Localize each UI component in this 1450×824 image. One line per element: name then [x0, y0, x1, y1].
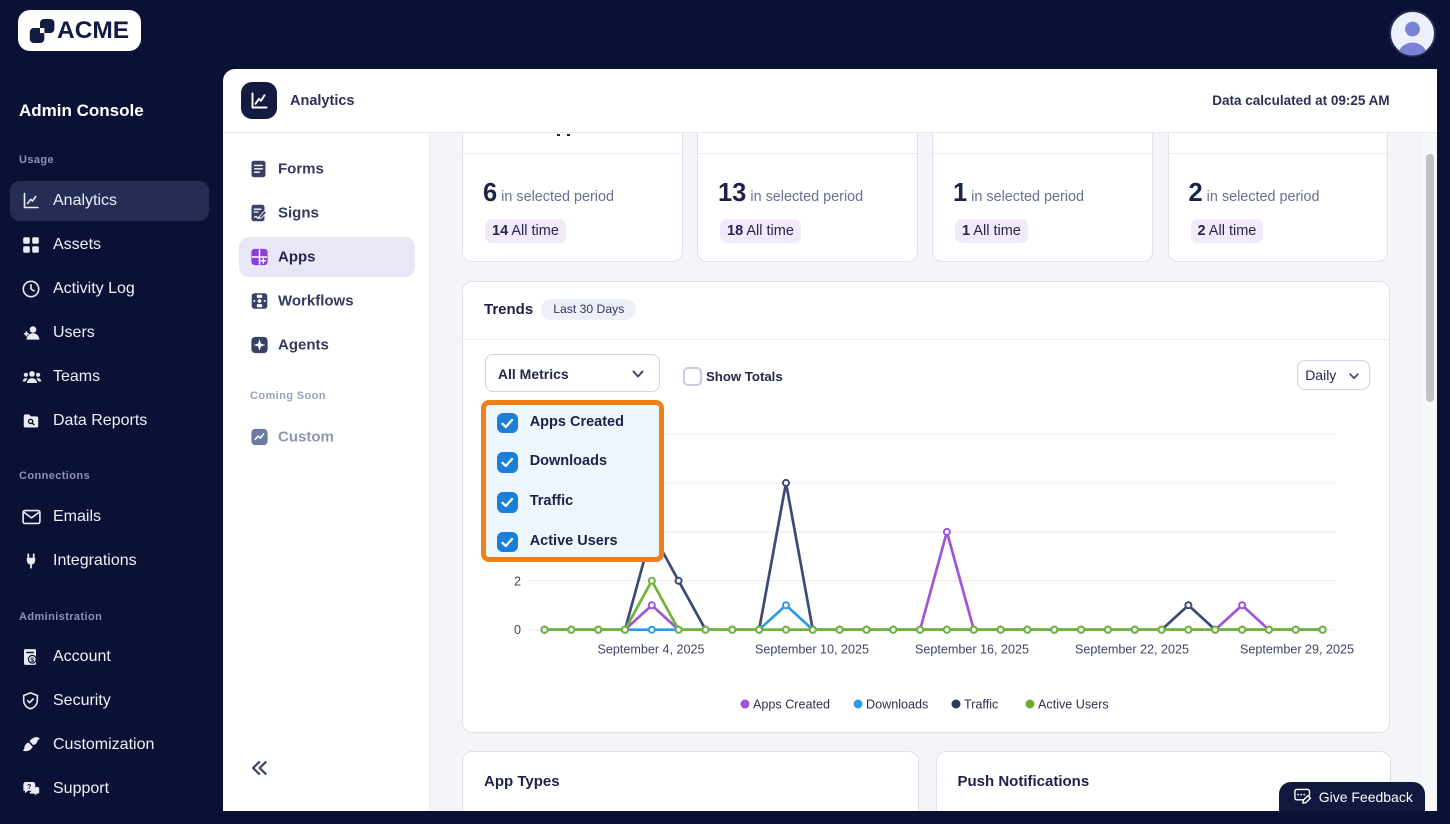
svg-text:September 4, 2025: September 4, 2025 [597, 643, 704, 657]
svg-text:?: ? [27, 782, 31, 791]
svg-text:September 29, 2025: September 29, 2025 [1240, 643, 1354, 657]
svg-text:$: $ [30, 657, 34, 664]
svg-text:Traffic: Traffic [964, 698, 998, 712]
svg-text:Downloads: Downloads [866, 698, 928, 712]
svg-text:September 22, 2025: September 22, 2025 [1075, 643, 1189, 657]
svg-text:2: 2 [514, 574, 521, 588]
svg-text:September 16, 2025: September 16, 2025 [915, 643, 1029, 657]
svg-text:September 10, 2025: September 10, 2025 [755, 643, 869, 657]
svg-text:Apps Created: Apps Created [753, 698, 830, 712]
svg-text:Active Users: Active Users [1038, 698, 1109, 712]
svg-text:0: 0 [514, 623, 521, 637]
